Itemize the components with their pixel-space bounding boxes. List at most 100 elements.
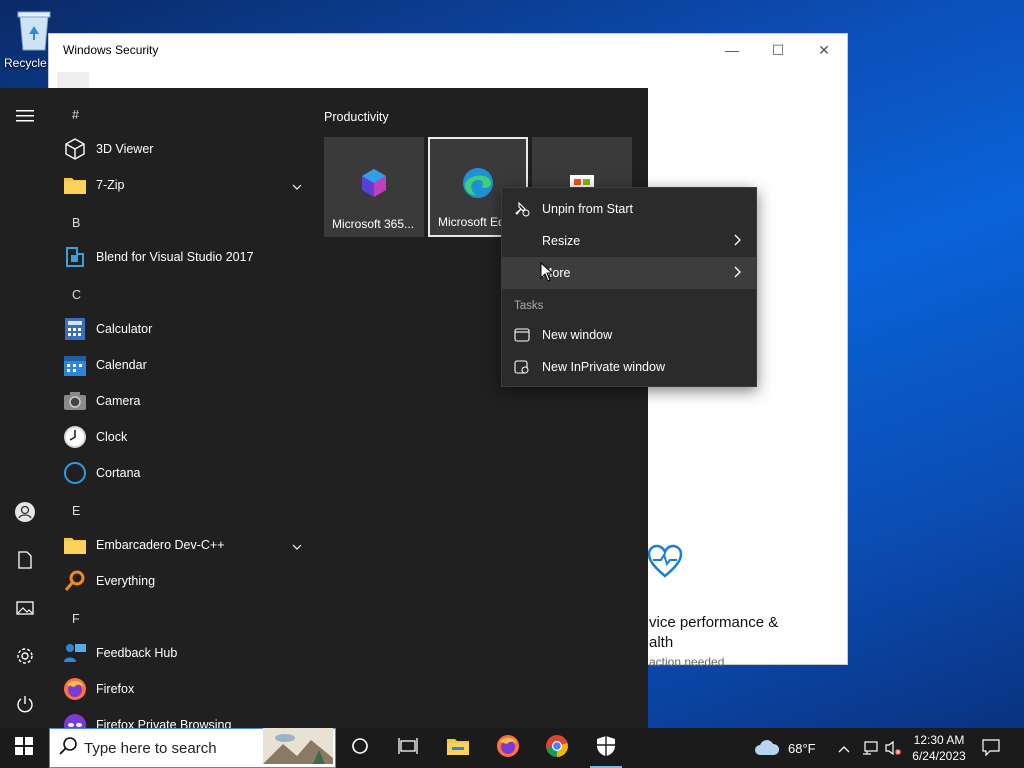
task-view-button[interactable] bbox=[384, 728, 432, 768]
app-firefox[interactable]: Firefox bbox=[62, 671, 302, 707]
windows-security-taskbar-button[interactable] bbox=[582, 728, 630, 768]
chrome-icon bbox=[545, 734, 569, 763]
app-label: Firefox bbox=[96, 682, 135, 696]
maximize-button[interactable]: ☐ bbox=[755, 34, 801, 66]
menu-item-new-window[interactable]: New window bbox=[502, 319, 756, 351]
cube-icon bbox=[62, 136, 88, 162]
notification-icon bbox=[982, 738, 1000, 759]
app-everything[interactable]: Everything bbox=[62, 563, 302, 599]
taskbar: 68°F 12:30 AM 6/24/2023 bbox=[0, 727, 1024, 768]
pictures-icon[interactable] bbox=[13, 596, 37, 620]
app-label: Firefox Private Browsing bbox=[96, 718, 232, 728]
show-hidden-icons-button[interactable] bbox=[838, 728, 850, 768]
app-label: Embarcadero Dev-C++ bbox=[96, 538, 225, 552]
chevron-down-icon[interactable] bbox=[292, 539, 302, 553]
firefox-taskbar-button[interactable] bbox=[484, 728, 532, 768]
close-button[interactable]: ✕ bbox=[801, 34, 847, 66]
app-label: Cortana bbox=[96, 466, 141, 480]
tile-context-menu: Unpin from Start Resize More Tasks New w… bbox=[501, 187, 757, 387]
weather-widget[interactable]: 68°F bbox=[754, 728, 816, 768]
minimize-button[interactable]: — bbox=[709, 34, 755, 66]
blend-icon bbox=[62, 244, 88, 270]
app-calculator[interactable]: Calculator bbox=[62, 311, 302, 347]
app-camera[interactable]: Camera bbox=[62, 383, 302, 419]
clock-icon bbox=[62, 424, 88, 450]
clock-date: 6/24/2023 bbox=[912, 749, 966, 763]
app-cortana[interactable]: Cortana bbox=[62, 455, 302, 491]
app-label: Feedback Hub bbox=[96, 646, 178, 660]
app-feedback-hub[interactable]: Feedback Hub bbox=[62, 635, 302, 671]
letter-header-e[interactable]: E bbox=[72, 504, 80, 518]
menu-item-resize[interactable]: Resize bbox=[502, 225, 756, 257]
device-health-title[interactable]: alth bbox=[649, 634, 673, 651]
app-clock[interactable]: Clock bbox=[62, 419, 302, 455]
app-3d-viewer[interactable]: 3D Viewer bbox=[62, 131, 302, 167]
app-label: 7-Zip bbox=[96, 178, 125, 192]
app-7zip-folder[interactable]: 7-Zip bbox=[62, 167, 302, 203]
letter-header-f[interactable]: F bbox=[72, 612, 80, 626]
menu-item-unpin[interactable]: Unpin from Start bbox=[502, 193, 756, 225]
tile-label: Microsoft 365... bbox=[332, 217, 415, 231]
menu-item-new-inprivate-window[interactable]: New InPrivate window bbox=[502, 351, 756, 383]
unpin-icon bbox=[502, 201, 542, 217]
window-icon bbox=[502, 328, 542, 342]
firefox-icon bbox=[62, 676, 88, 702]
menu-item-label: New window bbox=[542, 328, 613, 342]
app-blend[interactable]: Blend for Visual Studio 2017 bbox=[62, 239, 302, 275]
feedback-icon bbox=[62, 640, 88, 666]
taskbar-clock[interactable]: 12:30 AM 6/24/2023 bbox=[905, 732, 973, 764]
app-label: Clock bbox=[96, 430, 128, 444]
file-explorer-button[interactable] bbox=[434, 728, 482, 768]
letter-header-b[interactable]: B bbox=[72, 216, 80, 230]
clock-time: 12:30 AM bbox=[913, 733, 965, 747]
app-label: Camera bbox=[96, 394, 141, 408]
start-menu: # 3D Viewer 7-Zip B Blend for Visual Stu… bbox=[0, 88, 648, 728]
settings-icon[interactable] bbox=[13, 644, 37, 668]
chevron-right-icon bbox=[734, 234, 742, 249]
power-icon[interactable] bbox=[13, 692, 37, 716]
app-firefox-private[interactable]: Firefox Private Browsing bbox=[62, 707, 302, 728]
weather-temp: 68°F bbox=[788, 740, 816, 756]
calculator-icon bbox=[62, 316, 88, 342]
app-label: 3D Viewer bbox=[96, 142, 154, 156]
cortana-icon bbox=[62, 460, 88, 486]
app-embarcadero-folder[interactable]: Embarcadero Dev-C++ bbox=[62, 527, 302, 563]
inprivate-icon bbox=[502, 360, 542, 374]
heart-health-icon bbox=[645, 542, 685, 582]
user-icon[interactable] bbox=[13, 500, 37, 524]
chevron-up-icon bbox=[838, 741, 850, 756]
hamburger-icon[interactable] bbox=[13, 104, 37, 128]
cloud-icon bbox=[754, 738, 780, 759]
cortana-button[interactable] bbox=[336, 728, 384, 768]
chevron-down-icon[interactable] bbox=[292, 179, 302, 193]
device-performance-title[interactable]: vice performance & bbox=[649, 614, 778, 631]
security-titlebar[interactable]: Windows Security — ☐ ✕ bbox=[49, 34, 847, 66]
volume-muted-icon[interactable] bbox=[884, 728, 902, 768]
firefox-icon bbox=[496, 734, 520, 763]
start-button[interactable] bbox=[0, 728, 48, 768]
tile-microsoft-365[interactable]: Microsoft 365... bbox=[324, 137, 424, 237]
tile-group-title[interactable]: Productivity bbox=[324, 110, 389, 124]
menu-item-label: Resize bbox=[542, 234, 581, 248]
app-calendar[interactable]: Calendar bbox=[62, 347, 302, 383]
notifications-button[interactable] bbox=[982, 728, 1000, 768]
documents-icon[interactable] bbox=[13, 548, 37, 572]
network-icon[interactable] bbox=[862, 728, 878, 768]
m365-icon bbox=[358, 167, 390, 199]
search-icon bbox=[62, 568, 88, 594]
app-list[interactable]: # 3D Viewer 7-Zip B Blend for Visual Stu… bbox=[50, 88, 312, 728]
letter-header-c[interactable]: C bbox=[72, 288, 81, 302]
camera-icon bbox=[62, 388, 88, 414]
window-title: Windows Security bbox=[63, 43, 159, 57]
folder-icon bbox=[62, 172, 88, 198]
edge-icon bbox=[462, 167, 494, 199]
taskbar-search-box[interactable] bbox=[49, 727, 336, 768]
menu-item-label: Unpin from Start bbox=[542, 202, 634, 216]
tasks-section-header: Tasks bbox=[514, 300, 544, 312]
letter-header-hash[interactable]: # bbox=[72, 108, 79, 122]
search-input[interactable] bbox=[84, 739, 254, 757]
chevron-right-icon bbox=[734, 266, 742, 281]
windows-logo-icon bbox=[15, 736, 33, 760]
chrome-taskbar-button[interactable] bbox=[533, 728, 581, 768]
start-rail bbox=[0, 88, 50, 728]
